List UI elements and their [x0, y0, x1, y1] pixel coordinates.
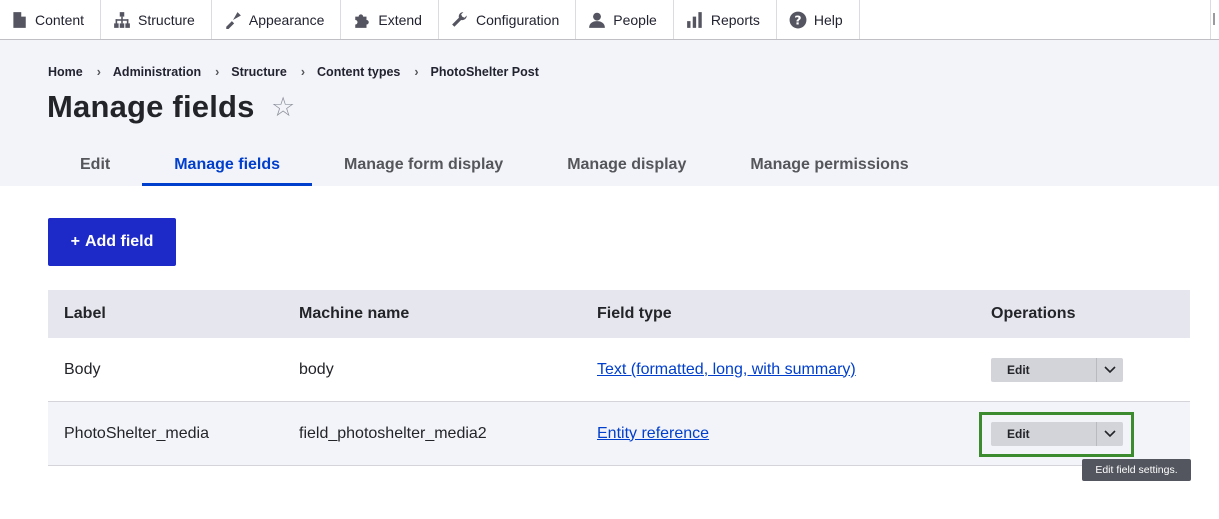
admin-toolbar: Content Structure Appearance Extend Conf…: [0, 0, 1219, 40]
table-header: Label Machine name Field type Operations: [48, 290, 1190, 338]
field-label: Body: [64, 360, 101, 378]
breadcrumb: Home › Administration › Structure › Cont…: [48, 65, 539, 79]
page-header: Home › Administration › Structure › Cont…: [0, 40, 1219, 186]
extend-icon: [353, 11, 371, 29]
breadcrumb-structure[interactable]: Structure: [231, 65, 287, 79]
field-type-link[interactable]: Entity reference: [597, 425, 709, 443]
breadcrumb-photoshelter-post[interactable]: PhotoShelter Post: [431, 65, 539, 79]
focus-highlight: [979, 412, 1134, 457]
field-type-link[interactable]: Text (formatted, long, with summary): [597, 361, 856, 379]
configuration-icon: [451, 11, 469, 29]
tooltip: Edit field settings.: [1082, 459, 1191, 481]
table-row: Body body Text (formatted, long, with su…: [48, 338, 1190, 402]
structure-icon: [113, 11, 131, 29]
breadcrumb-administration[interactable]: Administration: [113, 65, 201, 79]
toolbar-item-content[interactable]: Content: [0, 0, 102, 39]
column-header-operations: Operations: [991, 305, 1076, 322]
toolbar-item-reports[interactable]: Reports: [674, 0, 777, 39]
primary-tabs: Edit Manage fields Manage form display M…: [48, 144, 941, 186]
tab-manage-form-display[interactable]: Manage form display: [312, 144, 535, 186]
field-label: PhotoShelter_media: [64, 424, 209, 442]
toolbar-item-help[interactable]: ? Help: [777, 0, 860, 39]
toolbar-item-configuration[interactable]: Configuration: [439, 0, 577, 39]
svg-text:?: ?: [794, 13, 801, 27]
shortcut-star-icon[interactable]: ☆: [271, 92, 295, 123]
toolbar-item-extend[interactable]: Extend: [341, 0, 439, 39]
help-icon: ?: [789, 11, 807, 29]
tab-manage-display[interactable]: Manage display: [535, 144, 718, 186]
column-header-label: Label: [64, 305, 106, 322]
column-header-field-type: Field type: [597, 305, 672, 322]
add-field-button[interactable]: + Add field: [48, 218, 176, 266]
appearance-icon: [224, 11, 242, 29]
toolbar-item-label: People: [613, 11, 657, 28]
page-title: Manage fields: [47, 89, 255, 124]
people-icon: [588, 11, 606, 29]
toolbar-item-label: Appearance: [248, 11, 325, 28]
toolbar-item-appearance[interactable]: Appearance: [212, 0, 342, 39]
chevron-down-icon: [1104, 365, 1116, 373]
operations-dropbutton: Edit: [991, 357, 1123, 382]
dropbutton-toggle[interactable]: [1097, 357, 1123, 382]
add-field-label: Add field: [84, 233, 154, 250]
toolbar-item-label: Extend: [378, 11, 422, 28]
toolbar-item-structure[interactable]: Structure: [101, 0, 212, 39]
breadcrumb-separator-icon: ›: [414, 65, 419, 79]
toolbar-item-people[interactable]: People: [576, 0, 674, 39]
toolbar-item-label: Reports: [710, 11, 760, 28]
toolbar-item-label: Content: [35, 11, 85, 28]
field-machine-name: body: [299, 360, 334, 378]
plus-icon: +: [70, 233, 80, 250]
tab-manage-fields[interactable]: Manage fields: [142, 144, 312, 186]
breadcrumb-home[interactable]: Home: [48, 65, 83, 79]
breadcrumb-content-types[interactable]: Content types: [317, 65, 400, 79]
tab-manage-permissions[interactable]: Manage permissions: [718, 144, 940, 186]
toolbar-item-label: Help: [813, 11, 843, 28]
reports-icon: [686, 11, 704, 29]
breadcrumb-separator-icon: ›: [96, 65, 101, 79]
tab-edit[interactable]: Edit: [48, 144, 142, 186]
field-machine-name: field_photoshelter_media2: [299, 424, 487, 442]
toolbar-item-label: Structure: [138, 11, 195, 28]
toolbar-item-label: Configuration: [475, 11, 560, 28]
breadcrumb-separator-icon: ›: [215, 65, 220, 79]
content-icon: [10, 11, 28, 29]
breadcrumb-separator-icon: ›: [300, 65, 306, 79]
toolbar-toggle-icon: [1213, 13, 1215, 25]
column-header-machine-name: Machine name: [299, 305, 410, 322]
toolbar-orientation-toggle[interactable]: [1210, 0, 1219, 39]
edit-button[interactable]: Edit: [991, 357, 1097, 382]
